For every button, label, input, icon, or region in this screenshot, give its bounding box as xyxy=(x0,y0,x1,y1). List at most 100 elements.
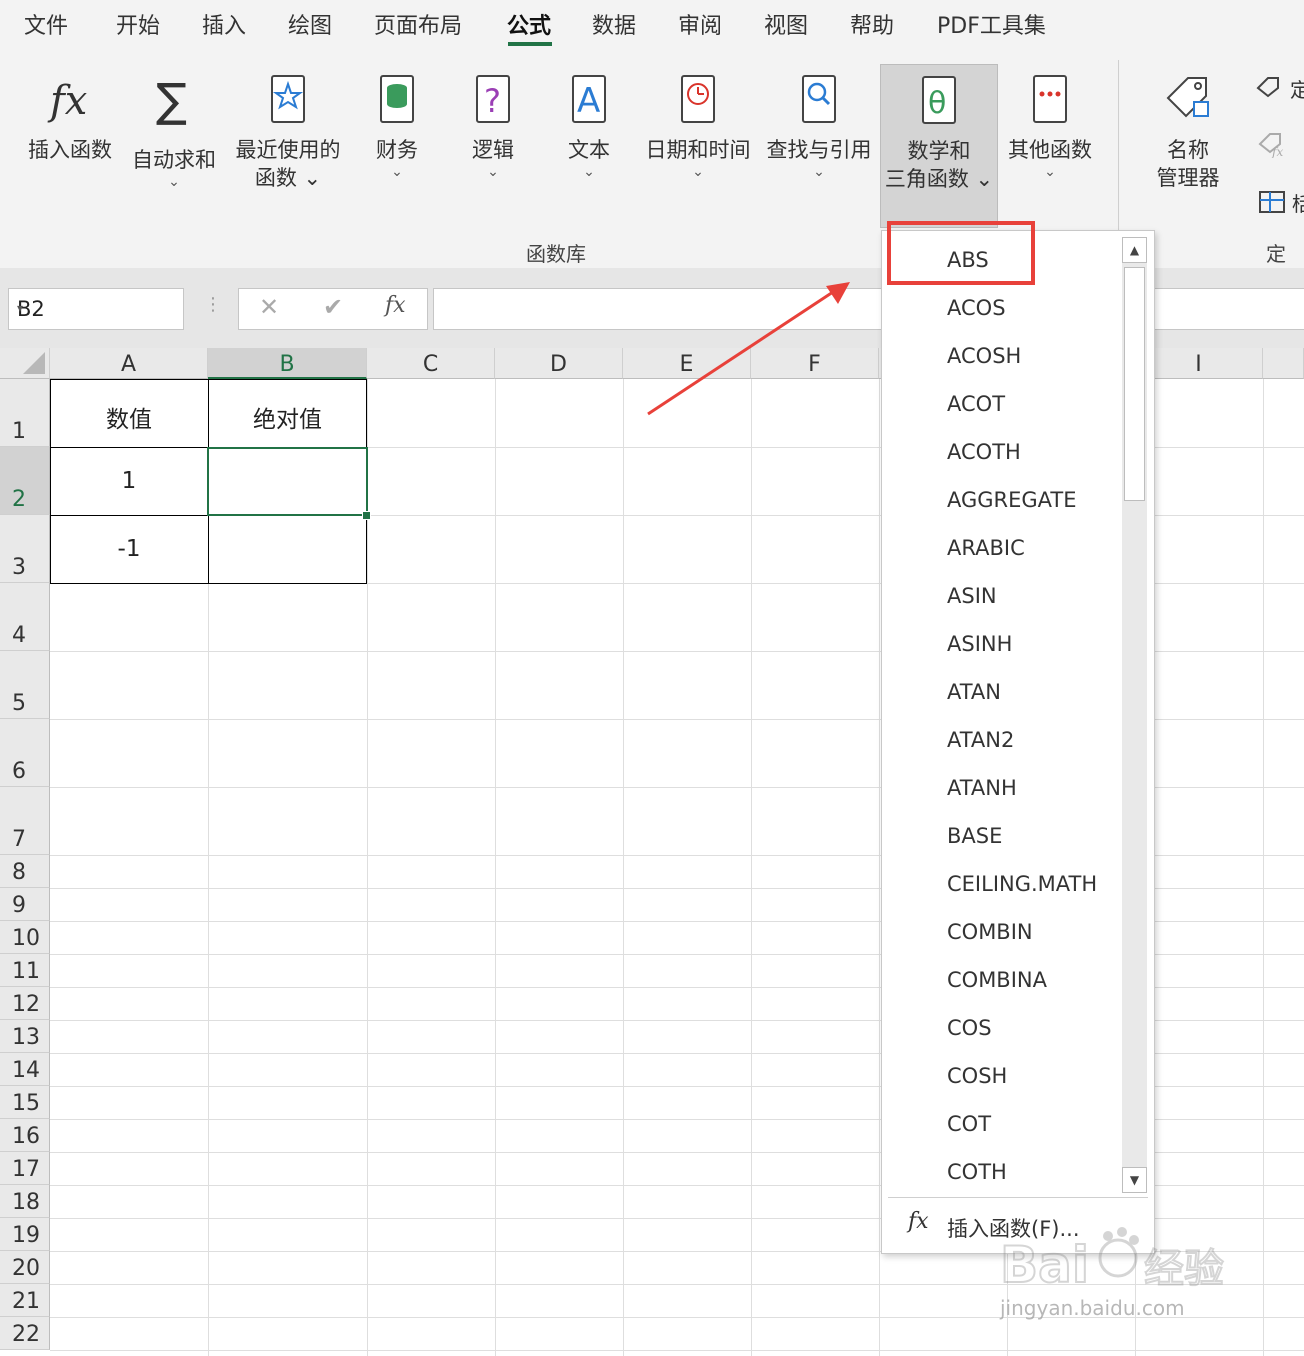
use-in-formula-item[interactable]: fx xyxy=(1258,130,1288,163)
tab-formulas[interactable]: 公式 xyxy=(507,8,551,40)
cell-a3[interactable]: -1 xyxy=(50,536,208,562)
row-header-4[interactable]: 4 xyxy=(0,583,50,651)
row-header-16[interactable]: 16 xyxy=(0,1119,50,1152)
more-functions-button[interactable]: 其他函数 ⌄ xyxy=(1002,54,1098,194)
gridline xyxy=(879,379,880,1356)
financial-label: 财务 xyxy=(376,138,418,162)
tab-review[interactable]: 审阅 xyxy=(678,8,722,40)
tab-data[interactable]: 数据 xyxy=(592,8,636,40)
name-manager-button[interactable]: 名称 管理器 xyxy=(1140,54,1236,194)
name-manager-label-2: 管理器 xyxy=(1156,166,1220,190)
row-header-5[interactable]: 5 xyxy=(0,651,50,719)
row-header-8[interactable]: 8 xyxy=(0,855,50,888)
row-header-7[interactable]: 7 xyxy=(0,787,50,855)
function-item[interactable]: ATAN2 xyxy=(947,728,1014,752)
math-trig-label: 数学和 xyxy=(907,139,971,163)
row-header-1[interactable]: 1 xyxy=(0,379,50,447)
column-header-a[interactable]: A xyxy=(50,348,208,379)
svg-text:?: ? xyxy=(484,82,501,120)
tab-help[interactable]: 帮助 xyxy=(850,8,894,40)
function-item[interactable]: ACOT xyxy=(947,392,1005,416)
scroll-up-icon[interactable]: ▲ xyxy=(1122,237,1147,263)
fx-icon[interactable]: fx xyxy=(385,293,406,318)
row-header-9[interactable]: 9 xyxy=(0,888,50,921)
logical-button[interactable]: ? 逻辑 ⌄ xyxy=(448,54,538,194)
svg-text:A: A xyxy=(577,81,600,121)
text-button[interactable]: A 文本 ⌄ xyxy=(544,54,634,194)
math-trig-label-2: 三角函数 ⌄ xyxy=(884,167,994,191)
cell-a2[interactable]: 1 xyxy=(50,468,208,494)
cell-a1[interactable]: 数值 xyxy=(50,400,208,434)
function-item[interactable]: BASE xyxy=(947,824,1002,848)
function-item[interactable]: ACOS xyxy=(947,296,1006,320)
function-item[interactable]: ASINH xyxy=(947,632,1012,656)
create-from-selection-item[interactable]: 栝 xyxy=(1258,188,1304,221)
function-item[interactable]: COMBIN xyxy=(947,920,1033,944)
row-header-19[interactable]: 19 xyxy=(0,1218,50,1251)
function-item[interactable]: COT xyxy=(947,1112,991,1136)
chevron-down-icon[interactable]: ▾ xyxy=(17,301,175,315)
function-item[interactable]: ACOSH xyxy=(947,344,1021,368)
tab-insert[interactable]: 插入 xyxy=(202,8,246,40)
cell-b1[interactable]: 绝对值 xyxy=(208,400,367,434)
function-item[interactable]: ATAN xyxy=(947,680,1001,704)
row-header-11[interactable]: 11 xyxy=(0,954,50,987)
financial-button[interactable]: 财务 ⌄ xyxy=(352,54,442,194)
lookup-reference-button[interactable]: 查找与引用 ⌄ xyxy=(762,54,876,194)
function-item[interactable]: COTH xyxy=(947,1160,1007,1184)
row-header-15[interactable]: 15 xyxy=(0,1086,50,1119)
gridline xyxy=(495,379,496,1356)
function-item[interactable]: COS xyxy=(947,1016,992,1040)
autosum-button[interactable]: ∑ 自动求和 ⌄ xyxy=(126,54,222,194)
column-header-b[interactable]: B xyxy=(208,348,367,379)
define-name-item[interactable]: 定 xyxy=(1256,74,1304,103)
function-item[interactable]: ATANH xyxy=(947,776,1017,800)
name-box[interactable]: B2 ▾ xyxy=(8,288,184,330)
function-item[interactable]: CEILING.MATH xyxy=(947,872,1097,896)
column-header-c[interactable]: C xyxy=(367,348,495,379)
row-header-13[interactable]: 13 xyxy=(0,1020,50,1053)
row-header-21[interactable]: 21 xyxy=(0,1284,50,1317)
function-item[interactable]: AGGREGATE xyxy=(947,488,1077,512)
drag-handle-icon[interactable]: ⋮ xyxy=(204,294,222,315)
row-header-10[interactable]: 10 xyxy=(0,921,50,954)
svg-text:fx: fx xyxy=(1271,145,1283,158)
function-item[interactable]: ACOTH xyxy=(947,440,1021,464)
row-header-18[interactable]: 18 xyxy=(0,1185,50,1218)
recent-functions-button[interactable]: 最近使用的 函数 ⌄ xyxy=(232,54,344,194)
scroll-down-icon[interactable]: ▼ xyxy=(1122,1167,1147,1193)
tab-page-layout[interactable]: 页面布局 xyxy=(374,8,462,40)
date-time-label: 日期和时间 xyxy=(645,138,751,162)
select-all-corner[interactable] xyxy=(0,348,50,379)
fill-handle[interactable] xyxy=(362,511,371,520)
gridline xyxy=(751,379,752,1356)
date-time-button[interactable]: 日期和时间 ⌄ xyxy=(640,54,756,194)
tab-file[interactable]: 文件 xyxy=(24,8,68,40)
function-item[interactable]: ARABIC xyxy=(947,536,1025,560)
math-trig-button[interactable]: θ 数学和 三角函数 ⌄ xyxy=(880,64,998,228)
enter-check-icon[interactable]: ✔ xyxy=(323,293,343,321)
row-header-2[interactable]: 2 xyxy=(0,447,50,515)
column-header-d[interactable]: D xyxy=(495,348,623,379)
tag-small-icon xyxy=(1256,77,1279,98)
tab-view[interactable]: 视图 xyxy=(764,8,808,40)
tab-pdf-tools[interactable]: PDF工具集 xyxy=(937,8,1046,40)
cancel-icon[interactable]: ✕ xyxy=(259,293,279,321)
row-header-12[interactable]: 12 xyxy=(0,987,50,1020)
function-item[interactable]: ASIN xyxy=(947,584,997,608)
row-header-22[interactable]: 22 xyxy=(0,1317,50,1350)
scrollbar-thumb[interactable] xyxy=(1124,267,1145,501)
tab-draw[interactable]: 绘图 xyxy=(288,8,332,40)
row-header-3[interactable]: 3 xyxy=(0,515,50,583)
row-header-14[interactable]: 14 xyxy=(0,1053,50,1086)
formula-input[interactable] xyxy=(433,288,1304,330)
function-item[interactable]: COMBINA xyxy=(947,968,1047,992)
column-header-j[interactable] xyxy=(1263,348,1304,379)
function-item[interactable]: COSH xyxy=(947,1064,1007,1088)
row-header-6[interactable]: 6 xyxy=(0,719,50,787)
row-header-17[interactable]: 17 xyxy=(0,1152,50,1185)
row-header-20[interactable]: 20 xyxy=(0,1251,50,1284)
tab-home[interactable]: 开始 xyxy=(116,8,160,40)
insert-function-button[interactable]: fx 插入函数 xyxy=(22,54,118,194)
math-trig-dropdown[interactable]: ABS ACOS ACOSH ACOT ACOTH AGGREGATE ARAB… xyxy=(881,230,1155,1254)
